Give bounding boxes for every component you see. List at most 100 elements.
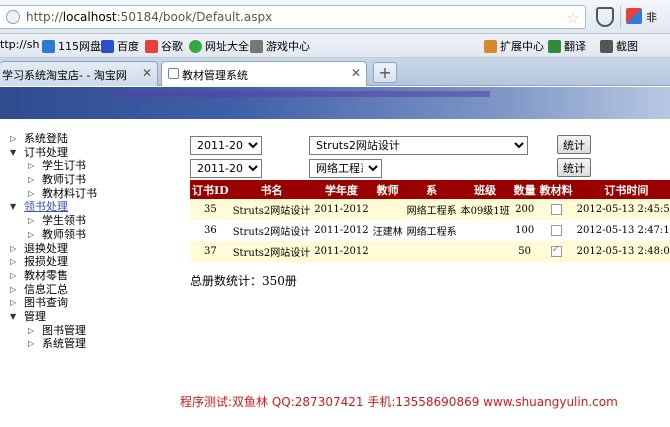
column-header: 书名: [230, 180, 313, 199]
department-select[interactable]: 网络工程系: [309, 159, 382, 178]
sidebar-item-label[interactable]: 教材零售: [24, 269, 68, 283]
sidebar-item[interactable]: ▷ 系统登陆: [0, 132, 180, 146]
sidebar-item-label[interactable]: 系统登陆: [24, 132, 68, 146]
sidebar-item-label[interactable]: 退换处理: [24, 242, 68, 256]
search-engine-icon[interactable]: [626, 8, 642, 24]
page-icon: [6, 10, 20, 24]
sidebar-item[interactable]: ▷ 学生订书: [0, 159, 180, 173]
cell-qty: 200: [511, 199, 538, 220]
bookmark-115[interactable]: 115网盘: [42, 38, 101, 54]
collapsed-arrow-icon[interactable]: ▷: [10, 269, 16, 283]
collapsed-arrow-icon[interactable]: ▷: [10, 283, 16, 297]
sidebar-item[interactable]: ▷ 学生领书: [0, 214, 180, 228]
expanded-arrow-icon[interactable]: ▼: [10, 146, 16, 160]
material-cell: [537, 241, 575, 262]
collapsed-arrow-icon[interactable]: ▷: [10, 132, 16, 146]
bookmark-game-center[interactable]: 游戏中心: [250, 38, 310, 54]
cell-dept: 网络工程系: [404, 220, 459, 241]
collapsed-arrow-icon[interactable]: ▷: [10, 242, 16, 256]
column-header: 学年度: [312, 180, 371, 199]
sidebar-item-label[interactable]: 报损处理: [24, 255, 68, 269]
url-field[interactable]: http://localhost:50184/book/Default.aspx…: [0, 5, 586, 29]
material-checkbox[interactable]: [550, 204, 562, 215]
sidebar-item-label[interactable]: 教师订书: [42, 173, 86, 187]
order-table: 订书ID 书名 学年度 教师 系 班级 数量 教材料 订书时间 35 Struts…: [190, 180, 670, 262]
sidebar-item[interactable]: ▼ 领书处理: [0, 200, 180, 214]
stat-button[interactable]: 统计: [557, 135, 591, 154]
page-icon: [168, 68, 179, 79]
bookmark-item[interactable]: ttp://sh: [0, 38, 39, 51]
collapsed-arrow-icon[interactable]: ▷: [28, 173, 34, 187]
book-select[interactable]: Struts2网站设计: [309, 136, 528, 155]
translate-button[interactable]: 翻译: [548, 38, 586, 54]
collapsed-arrow-icon[interactable]: ▷: [28, 214, 34, 228]
column-header: 教材料: [537, 180, 575, 199]
table-header-row: 订书ID 书名 学年度 教师 系 班级 数量 教材料 订书时间: [190, 180, 670, 199]
sidebar-item[interactable]: ▷ 教师领书: [0, 228, 180, 242]
expanded-arrow-icon[interactable]: ▼: [10, 310, 16, 324]
cell-class: [458, 220, 512, 241]
collapsed-arrow-icon[interactable]: ▷: [28, 228, 34, 242]
sidebar-item-label[interactable]: 图书管理: [42, 324, 86, 338]
banner-decoration: [110, 87, 490, 97]
bookmark-baidu[interactable]: 百度: [101, 38, 139, 54]
sidebar-item[interactable]: ▷ 信息汇总: [0, 283, 180, 297]
stat-button-2[interactable]: 统计: [557, 158, 591, 177]
sidebar-item-label[interactable]: 系统管理: [42, 337, 86, 351]
sidebar-item[interactable]: ▷ 系统管理: [0, 337, 180, 351]
sidebar-item-label[interactable]: 教材料订书: [42, 187, 97, 201]
sidebar-item[interactable]: ▷ 退换处理: [0, 242, 180, 256]
expanded-arrow-icon[interactable]: ▼: [10, 200, 16, 214]
shield-icon[interactable]: [596, 7, 614, 27]
toolbar-divider: [620, 6, 621, 28]
sidebar-item-label[interactable]: 订书处理: [24, 146, 68, 160]
tab-textbook-system[interactable]: 教材管理系统 ✕: [161, 61, 367, 86]
search-engine-label[interactable]: 非: [646, 9, 657, 25]
sidebar-item[interactable]: ▷ 教师订书: [0, 173, 180, 187]
sidebar-item-label[interactable]: 学生订书: [42, 159, 86, 173]
column-header: 数量: [511, 180, 538, 199]
close-icon[interactable]: ✕: [142, 66, 152, 80]
extension-center-button[interactable]: 扩展中心: [484, 38, 544, 54]
sidebar-item[interactable]: ▷ 图书查询: [0, 296, 180, 310]
sidebar-item-label[interactable]: 管理: [24, 310, 46, 324]
bookmark-google[interactable]: 谷歌: [145, 38, 183, 54]
bookmark-star-icon[interactable]: ☆: [566, 9, 579, 27]
material-checkbox[interactable]: [550, 225, 562, 236]
sidebar-item[interactable]: ▷ 图书管理: [0, 324, 180, 338]
sidebar-item-label[interactable]: 教师领书: [42, 228, 86, 242]
sidebar-item-label[interactable]: 图书查询: [24, 296, 68, 310]
tab-taobao[interactable]: 学习系统淘宝店- - 淘宝网 ✕: [0, 61, 158, 86]
address-bar: http://localhost:50184/book/Default.aspx…: [0, 0, 670, 34]
screenshot-button[interactable]: 截图: [600, 38, 638, 54]
collapsed-arrow-icon[interactable]: ▷: [10, 255, 16, 269]
table-row: 35 Struts2网站设计 2011-2012 网络工程系 本09级1班 200 2012…: [190, 199, 670, 220]
material-checkbox[interactable]: [550, 244, 562, 257]
sidebar-item-label[interactable]: 领书处理: [24, 200, 68, 214]
collapsed-arrow-icon[interactable]: ▷: [28, 187, 34, 201]
sidebar-item-label[interactable]: 信息汇总: [24, 283, 68, 297]
sidebar-item[interactable]: ▷ 教材料订书: [0, 187, 180, 201]
cell-teacher: 汪建林: [370, 220, 405, 241]
collapsed-arrow-icon[interactable]: ▷: [10, 296, 16, 310]
sidebar-item[interactable]: ▼ 管理: [0, 310, 180, 324]
cell-id: 36: [190, 220, 231, 241]
sidebar-item[interactable]: ▷ 报损处理: [0, 255, 180, 269]
url-text[interactable]: http://localhost:50184/book/Default.aspx: [26, 10, 272, 24]
collapsed-arrow-icon[interactable]: ▷: [28, 337, 34, 351]
collapsed-arrow-icon[interactable]: ▷: [28, 324, 34, 338]
close-icon[interactable]: ✕: [351, 66, 361, 80]
new-tab-button[interactable]: +: [373, 62, 397, 83]
cell-year: 2011-2012: [312, 220, 371, 241]
tab-bar: 学习系统淘宝店- - 淘宝网 ✕ 教材管理系统 ✕ +: [0, 58, 670, 86]
sidebar-item[interactable]: ▷ 教材零售: [0, 269, 180, 283]
sidebar-item-label[interactable]: 学生领书: [42, 214, 86, 228]
collapsed-arrow-icon[interactable]: ▷: [28, 159, 34, 173]
year-select-2[interactable]: 2011-2012: [190, 159, 262, 178]
year-select[interactable]: 2011-2012: [190, 136, 262, 155]
column-header: 系: [404, 180, 459, 199]
cell-id: 35: [190, 199, 231, 220]
bookmark-url-directory[interactable]: 网址大全: [189, 38, 249, 54]
cell-time: 2012-05-13 2:48:01: [574, 241, 670, 262]
sidebar-item[interactable]: ▼ 订书处理: [0, 146, 180, 160]
